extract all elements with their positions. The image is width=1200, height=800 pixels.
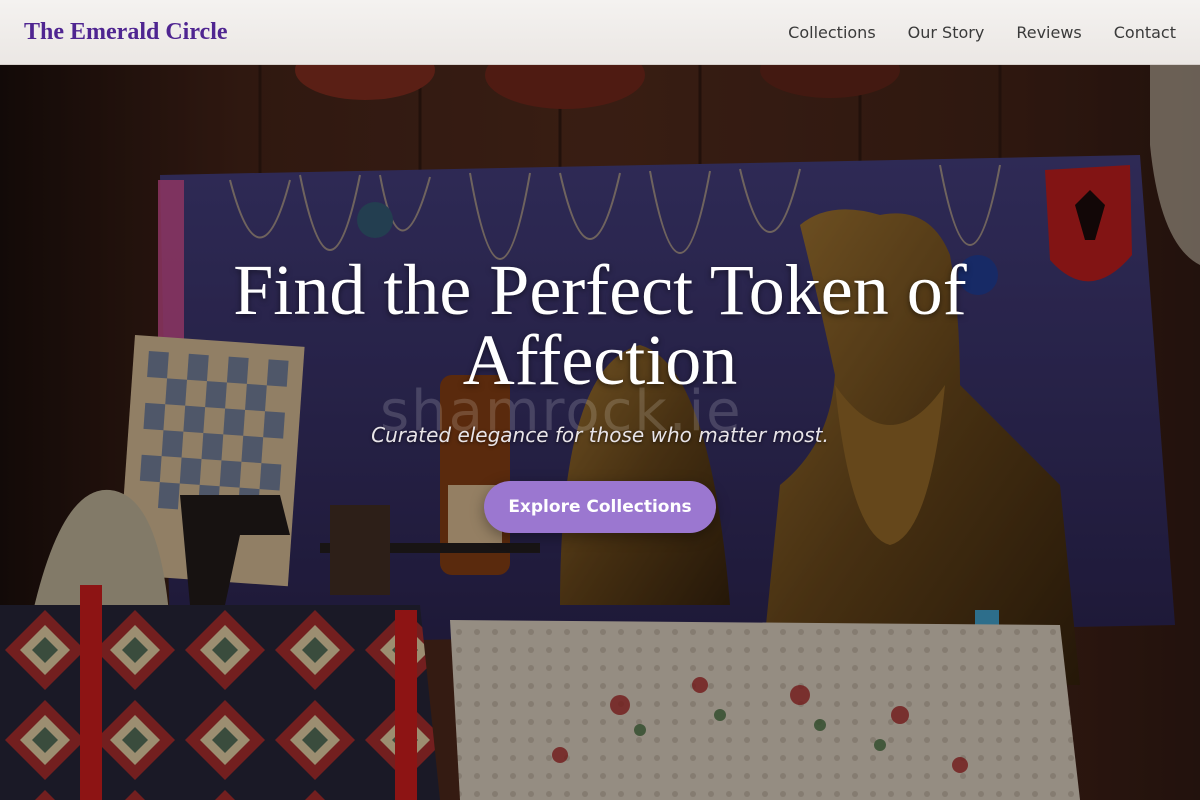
site-header: The Emerald Circle Collections Our Story… — [0, 0, 1200, 65]
hero-subtitle: Curated elegance for those who matter mo… — [371, 423, 829, 447]
nav-reviews[interactable]: Reviews — [1016, 23, 1081, 42]
hero-section: shamrock.ie Find the Perfect Token of Af… — [0, 65, 1200, 800]
explore-collections-button[interactable]: Explore Collections — [484, 481, 716, 533]
hero-content: Find the Perfect Token of Affection Cura… — [0, 250, 1200, 533]
hero-title: Find the Perfect Token of Affection — [233, 250, 967, 400]
nav-our-story[interactable]: Our Story — [908, 23, 985, 42]
nav-collections[interactable]: Collections — [788, 23, 875, 42]
nav-contact[interactable]: Contact — [1114, 23, 1176, 42]
main-nav: Collections Our Story Reviews Contact — [788, 23, 1176, 42]
brand-logo[interactable]: The Emerald Circle — [24, 19, 228, 46]
